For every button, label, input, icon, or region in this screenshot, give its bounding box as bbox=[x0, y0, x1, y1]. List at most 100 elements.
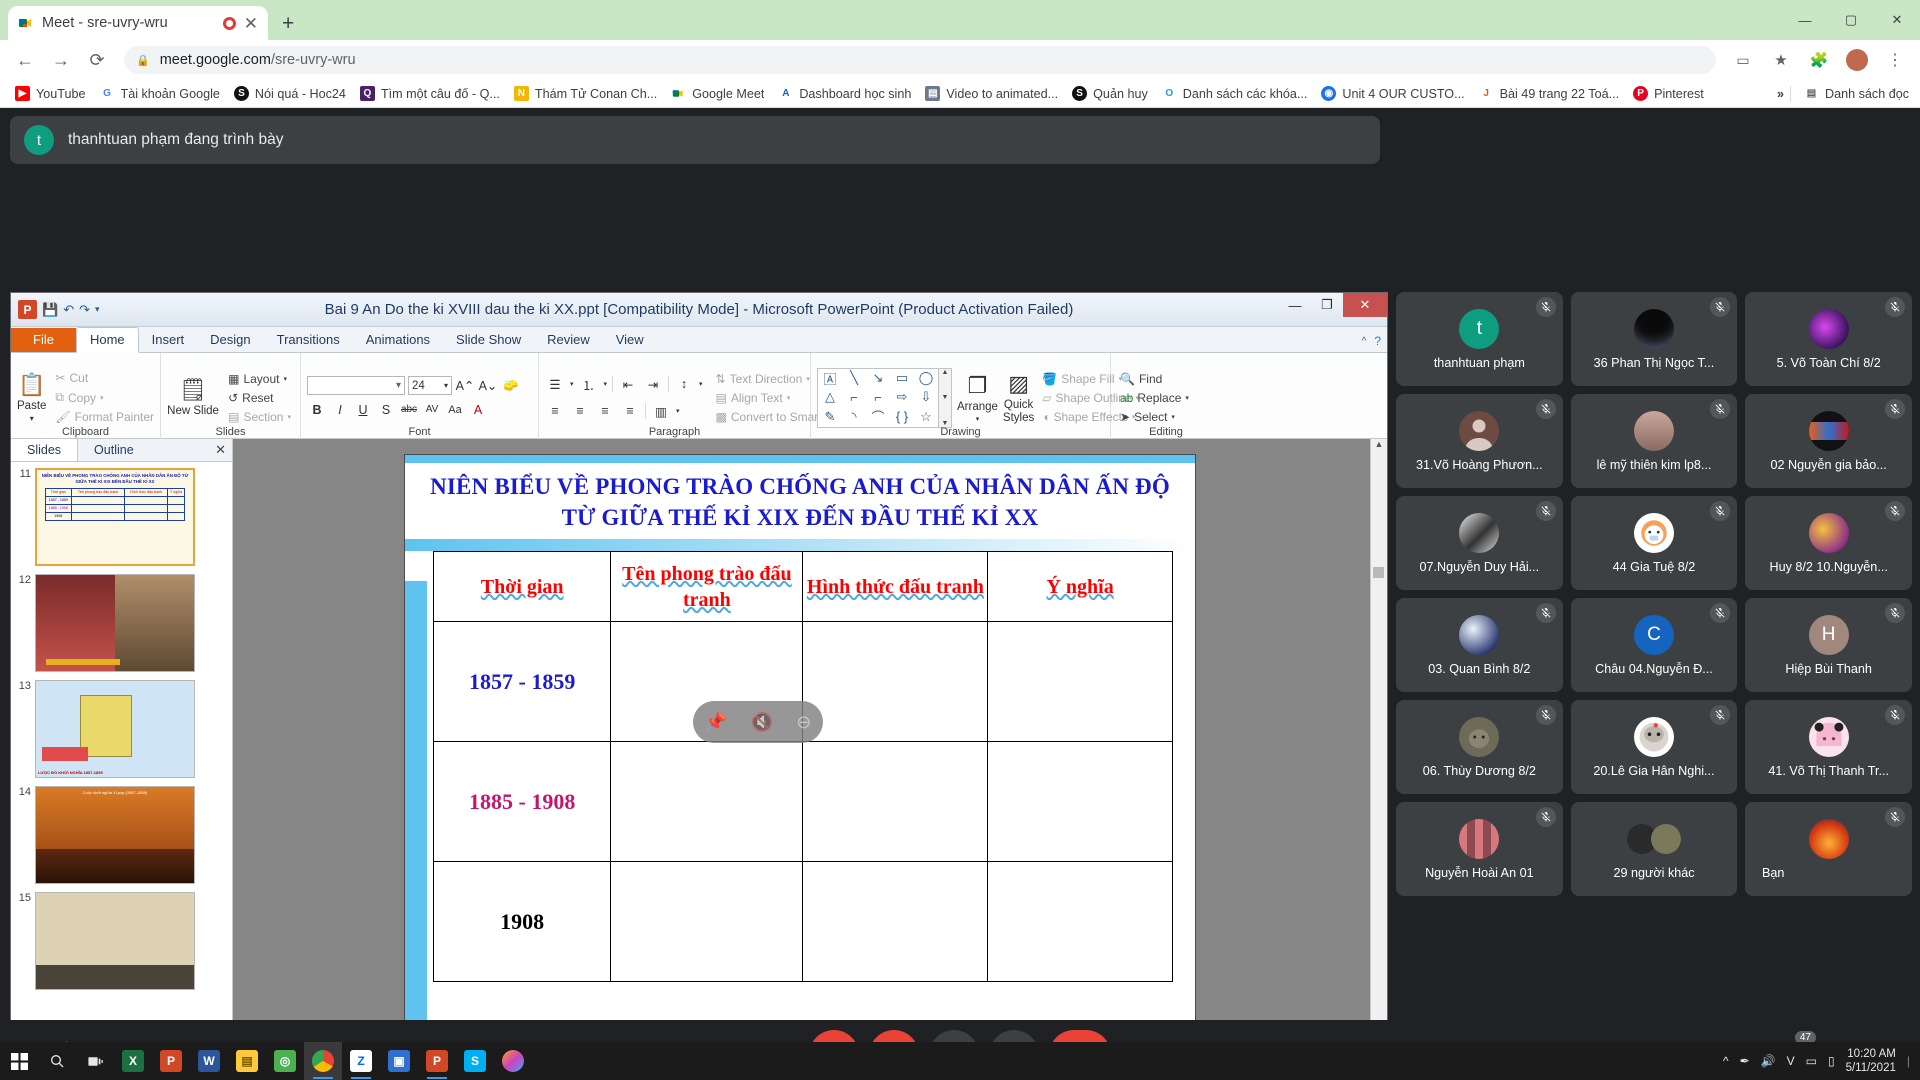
window-maximize-button[interactable]: ▢ bbox=[1828, 0, 1874, 40]
tab-review[interactable]: Review bbox=[534, 328, 603, 352]
task-view-icon[interactable] bbox=[76, 1042, 114, 1080]
section-button[interactable]: ▤ Section ▾ bbox=[225, 409, 294, 425]
find-button[interactable]: 🔍 Find bbox=[1117, 371, 1192, 387]
select-button[interactable]: ➤ Select ▾ bbox=[1117, 409, 1192, 425]
network-icon[interactable]: ▭ bbox=[1806, 1054, 1817, 1068]
close-pane-button[interactable]: ✕ bbox=[215, 442, 226, 458]
save-icon[interactable]: 💾 bbox=[42, 302, 58, 318]
volume-icon[interactable]: 🔊 bbox=[1761, 1054, 1776, 1068]
taskbar-app-browser-green[interactable]: ◎ bbox=[266, 1042, 304, 1080]
profile-avatar[interactable] bbox=[1840, 43, 1874, 77]
search-icon[interactable] bbox=[38, 1042, 76, 1080]
decrease-indent-icon[interactable]: ⇤ bbox=[618, 375, 638, 394]
slide-thumbnail[interactable] bbox=[35, 574, 195, 672]
textbox-shape-icon[interactable]: 🄰 bbox=[823, 369, 836, 388]
reading-list-button[interactable]: ▤ Danh sách đọc bbox=[1797, 84, 1916, 103]
bullets-icon[interactable]: ☰ bbox=[545, 375, 565, 394]
arrange-button[interactable]: ❐ Arrange ▾ bbox=[957, 373, 998, 423]
font-name-select[interactable]: ▾ bbox=[307, 376, 405, 395]
scroll-up-icon[interactable]: ▲ bbox=[1375, 439, 1384, 449]
tab-insert[interactable]: Insert bbox=[139, 328, 198, 352]
powerpoint-window[interactable]: P 💾 ↶ ↷ ▾ Bai 9 An Do the ki XVIII dau t… bbox=[10, 292, 1388, 1079]
elbow-shape-icon[interactable]: ⌐ bbox=[850, 390, 858, 405]
format-painter-button[interactable]: 🖌 Format Painter bbox=[52, 409, 157, 425]
tab-slides[interactable]: Slides bbox=[11, 439, 79, 461]
tab-slide-show[interactable]: Slide Show bbox=[443, 328, 534, 352]
list-item[interactable]: 13 LƯỢC ĐỒ KHỞI NGHĨA 1857-1859 bbox=[15, 680, 228, 778]
participant-tile[interactable]: 44 Gia Tuệ 8/2 bbox=[1570, 496, 1738, 590]
help-icon[interactable]: ? bbox=[1374, 334, 1381, 348]
tab-file[interactable]: File bbox=[11, 328, 76, 352]
extensions-puzzle-icon[interactable]: 🧩 bbox=[1802, 43, 1836, 77]
minimize-ribbon-icon[interactable]: ^ bbox=[1362, 336, 1367, 347]
ppt-minimize-button[interactable]: — bbox=[1279, 293, 1311, 317]
tab-design[interactable]: Design bbox=[197, 328, 263, 352]
tab-transitions[interactable]: Transitions bbox=[264, 328, 353, 352]
ime-icon[interactable]: V bbox=[1787, 1054, 1795, 1068]
increase-indent-icon[interactable]: ⇥ bbox=[643, 375, 663, 394]
bold-button[interactable]: B bbox=[307, 400, 327, 419]
back-icon[interactable]: ← bbox=[8, 43, 42, 77]
bookmark-item[interactable]: ▤ Video to animated... bbox=[918, 84, 1065, 103]
bookmark-item[interactable]: ◉ Unit 4 OUR CUSTO... bbox=[1314, 84, 1471, 103]
pin-off-icon[interactable]: 📌 bbox=[705, 712, 727, 733]
justify-icon[interactable]: ≡ bbox=[620, 402, 640, 421]
new-tab-button[interactable]: + bbox=[268, 12, 308, 40]
change-case-button[interactable]: Aa bbox=[445, 400, 465, 419]
participant-tile[interactable]: 41. Võ Thị Thanh Tr... bbox=[1745, 700, 1912, 794]
taskbar-app-powerpoint[interactable]: P bbox=[152, 1042, 190, 1080]
strikethrough-button[interactable]: abc bbox=[399, 400, 419, 419]
oval-shape-icon[interactable]: ◯ bbox=[919, 370, 934, 386]
numbering-icon[interactable]: ⒈ bbox=[579, 375, 599, 394]
address-bar[interactable]: 🔒 meet.google.com/sre-uvry-wru bbox=[124, 46, 1716, 74]
mute-icon[interactable]: 🔇 bbox=[750, 712, 772, 733]
taskbar-app-excel[interactable]: X bbox=[114, 1042, 152, 1080]
window-minimize-button[interactable]: — bbox=[1782, 0, 1828, 40]
battery-icon[interactable]: ▯ bbox=[1828, 1054, 1835, 1068]
line-shape-icon[interactable]: ╲ bbox=[850, 370, 858, 386]
participant-tile[interactable]: H Hiệp Bùi Thanh bbox=[1745, 598, 1912, 692]
ppt-restore-button[interactable]: ❐ bbox=[1311, 293, 1343, 317]
slide-thumbnail[interactable] bbox=[35, 892, 195, 990]
participant-tile[interactable]: t thanhtuan phạm bbox=[1396, 292, 1563, 386]
slide-table[interactable]: Thời gian Tên phong trào đấu tranh Hình … bbox=[432, 551, 1173, 982]
bookmark-item[interactable]: ▶ YouTube bbox=[8, 84, 93, 103]
bookmark-item[interactable]: Google Meet bbox=[664, 84, 771, 103]
tray-expand-icon[interactable]: ^ bbox=[1723, 1054, 1729, 1068]
tab-animations[interactable]: Animations bbox=[353, 328, 443, 352]
reload-icon[interactable]: ⟳ bbox=[80, 43, 114, 77]
participant-tile[interactable]: 03. Quan Bình 8/2 bbox=[1396, 598, 1563, 692]
clear-formatting-icon[interactable]: 🧽 bbox=[501, 376, 521, 395]
forward-icon[interactable]: → bbox=[44, 43, 78, 77]
clock[interactable]: 10:20 AM 5/11/2021 bbox=[1846, 1047, 1896, 1076]
participant-tile[interactable]: Nguyễn Hoài An 01 bbox=[1396, 802, 1563, 896]
participant-tile[interactable]: 20.Lê Gia Hân Nghi... bbox=[1570, 700, 1738, 794]
tab-outline[interactable]: Outline bbox=[78, 439, 150, 461]
brace-icon[interactable]: { } bbox=[896, 409, 908, 424]
video-overlay-controls[interactable]: 📌 🔇 ⊖ bbox=[693, 701, 823, 743]
taskbar-app-file-explorer[interactable]: ▤ bbox=[228, 1042, 266, 1080]
list-item[interactable]: 14 Cuộc khởi nghĩa Xi-pay (1857-1859) bbox=[15, 786, 228, 884]
bookmark-item[interactable]: J Bài 49 trang 22 Toá... bbox=[1472, 84, 1627, 103]
participant-tile-self[interactable]: Bạn bbox=[1745, 802, 1912, 896]
taskbar-app-paint3d[interactable] bbox=[494, 1042, 532, 1080]
undo-icon[interactable]: ↶ bbox=[63, 302, 74, 318]
triangle-shape-icon[interactable]: △ bbox=[825, 389, 835, 405]
taskbar-app-word[interactable]: W bbox=[190, 1042, 228, 1080]
bookmark-item[interactable]: A Dashboard học sinh bbox=[771, 84, 918, 103]
character-spacing-button[interactable]: AV bbox=[422, 400, 442, 419]
align-right-icon[interactable]: ≡ bbox=[595, 402, 615, 421]
ppt-close-button[interactable]: ✕ bbox=[1343, 293, 1387, 317]
text-shadow-button[interactable]: S bbox=[376, 400, 396, 419]
reset-button[interactable]: ↺ Reset bbox=[225, 390, 294, 406]
participant-tile[interactable]: 06. Thùy Dương 8/2 bbox=[1396, 700, 1563, 794]
align-left-icon[interactable]: ≡ bbox=[545, 402, 565, 421]
participant-tile[interactable]: 5. Võ Toàn Chí 8/2 bbox=[1745, 292, 1912, 386]
slide-thumbnail-list[interactable]: 11 NIÊN BIỂU VỀ PHONG TRÀO CHỐNG ANH CỦA… bbox=[11, 462, 232, 1078]
bookmarks-overflow-button[interactable]: » bbox=[1777, 87, 1784, 101]
shapes-gallery[interactable]: 🄰 ╲ ↘ ▭ ◯ △ ⌐ ⌐ ⇨ ⇩ ✎ ◝ ⌒ { } ☆ bbox=[817, 367, 939, 428]
line-spacing-icon[interactable]: ↕ bbox=[674, 375, 694, 394]
font-size-select[interactable]: 24 ▾ bbox=[408, 376, 452, 395]
cast-icon[interactable]: ▭ bbox=[1726, 43, 1760, 77]
curve-icon[interactable]: ⌒ bbox=[871, 407, 884, 426]
